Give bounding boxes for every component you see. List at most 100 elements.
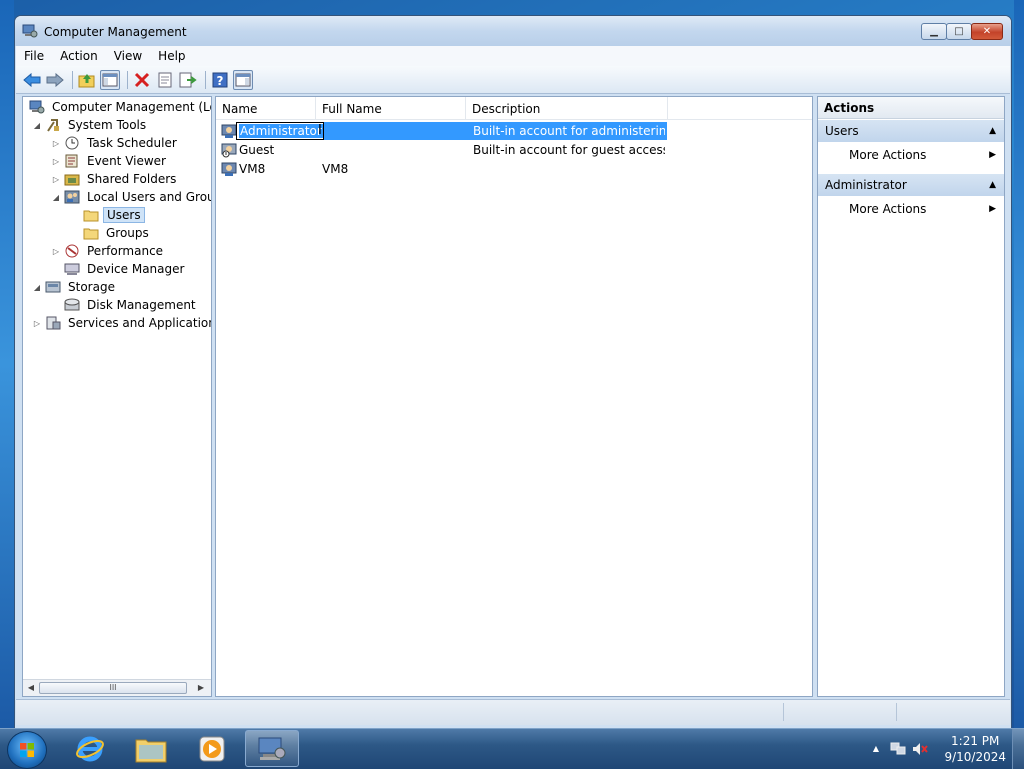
- table-row-guest[interactable]: Guest Built-in account for guest access …: [216, 141, 812, 159]
- tree-item-storage[interactable]: ◢ Storage: [31, 278, 118, 296]
- windows-logo-icon: [20, 743, 34, 757]
- description-cell: [473, 160, 665, 178]
- tree-item-services-applications[interactable]: ▷ Services and Applications: [31, 314, 212, 332]
- menu-help[interactable]: Help: [150, 49, 193, 63]
- show-hide-action-pane-button[interactable]: [233, 69, 253, 90]
- collapse-arrow-icon[interactable]: ◢: [50, 193, 62, 202]
- scrollbar-thumb[interactable]: III: [39, 682, 187, 694]
- clock[interactable]: 1:21 PM 9/10/2024: [944, 733, 1006, 765]
- maximize-icon: □: [954, 26, 964, 37]
- title-bar[interactable]: Computer Management ▁ □ ✕: [15, 16, 1011, 46]
- tree-item-system-tools[interactable]: ◢ System Tools: [31, 116, 149, 134]
- tree-item-label: Services and Applications: [68, 316, 212, 330]
- help-button[interactable]: ?: [210, 70, 230, 90]
- network-icon[interactable]: [890, 741, 906, 757]
- scroll-right-arrow-icon[interactable]: ▶: [195, 682, 207, 694]
- collapse-icon[interactable]: ▲: [989, 120, 996, 142]
- submenu-arrow-icon: ▶: [989, 204, 996, 214]
- description-cell: Built-in account for guest access t...: [473, 143, 665, 157]
- system-tray: ▲ 1:21 PM 9/10/2024: [864, 729, 1024, 769]
- list-header: Name Full Name Description: [216, 97, 812, 120]
- tree-item-disk-management[interactable]: Disk Management: [50, 296, 199, 314]
- actions-section-administrator[interactable]: Administrator ▲: [818, 174, 1004, 196]
- export-list-button[interactable]: [178, 70, 198, 90]
- tree-item-groups[interactable]: Groups: [69, 224, 152, 242]
- maximize-button[interactable]: □: [946, 23, 972, 40]
- device-manager-icon: [64, 263, 80, 275]
- delete-button[interactable]: [132, 70, 152, 90]
- tree-item-task-scheduler[interactable]: ▷ Task Scheduler: [50, 134, 180, 152]
- table-row-administrator[interactable]: Administrator I Built-in account for adm…: [216, 122, 812, 140]
- up-one-level-button[interactable]: [77, 70, 97, 90]
- collapse-arrow-icon[interactable]: ◢: [31, 283, 43, 292]
- menu-bar: File Action View Help: [16, 46, 1010, 66]
- properties-button[interactable]: [155, 70, 175, 90]
- scrollbar-grip-icon: III: [109, 683, 117, 692]
- tree-item-event-viewer[interactable]: ▷ Event Viewer: [50, 152, 169, 170]
- forward-button[interactable]: [45, 70, 65, 90]
- minimize-button[interactable]: ▁: [921, 23, 947, 40]
- computer-management-window: Computer Management ▁ □ ✕ File Action Vi…: [14, 15, 1012, 729]
- tree-horizontal-scrollbar[interactable]: ◀ III ▶: [23, 679, 211, 696]
- collapse-icon[interactable]: ▲: [989, 174, 996, 196]
- more-actions-users[interactable]: More Actions ▶: [818, 144, 1004, 166]
- close-button[interactable]: ✕: [971, 23, 1003, 40]
- tree-item-label: Device Manager: [87, 262, 185, 276]
- tree-item-label: Disk Management: [87, 298, 196, 312]
- expand-arrow-icon[interactable]: ▷: [50, 175, 62, 184]
- tree-item-shared-folders[interactable]: ▷ Shared Folders: [50, 170, 179, 188]
- performance-icon: [65, 244, 79, 258]
- taskbar-computer-management[interactable]: [245, 730, 299, 767]
- tree-item-users[interactable]: Users: [69, 206, 145, 224]
- show-hidden-icons-arrow[interactable]: ▲: [868, 741, 884, 757]
- action-item-label: More Actions: [849, 148, 927, 162]
- expand-arrow-icon[interactable]: ▷: [31, 319, 43, 328]
- expand-arrow-icon[interactable]: ▷: [50, 157, 62, 166]
- taskbar: ▲ 1:21 PM 9/10/2024: [0, 728, 1024, 769]
- start-button[interactable]: [7, 731, 47, 769]
- tree-item-label: Users: [103, 207, 145, 223]
- tree-item-label: Groups: [106, 226, 149, 240]
- collapse-arrow-icon[interactable]: ◢: [31, 121, 43, 130]
- volume-muted-icon[interactable]: [912, 741, 928, 757]
- window-controls: ▁ □ ✕: [921, 23, 1003, 41]
- menu-action[interactable]: Action: [52, 49, 106, 63]
- column-header-full-name[interactable]: Full Name: [316, 97, 466, 119]
- table-row-vm8[interactable]: VM8 VM8: [216, 160, 812, 178]
- users-list[interactable]: Name Full Name Description Administrator…: [215, 96, 813, 697]
- rename-input[interactable]: Administrator: [236, 122, 324, 140]
- column-header-description[interactable]: Description: [466, 97, 668, 119]
- expand-arrow-icon[interactable]: ▷: [50, 247, 62, 256]
- taskbar-windows-explorer[interactable]: [124, 730, 178, 767]
- expand-arrow-icon[interactable]: ▷: [50, 139, 62, 148]
- scroll-left-arrow-icon[interactable]: ◀: [25, 682, 37, 694]
- menu-file[interactable]: File: [16, 49, 52, 63]
- menu-view[interactable]: View: [106, 49, 150, 63]
- tree-item-label: Storage: [68, 280, 115, 294]
- actions-section-users[interactable]: Users ▲: [818, 120, 1004, 142]
- folder-icon: [83, 228, 99, 240]
- name-cell: Guest: [239, 143, 275, 157]
- tree-item-device-manager[interactable]: Device Manager: [50, 260, 187, 278]
- tree-item-label: Task Scheduler: [87, 136, 177, 150]
- delete-icon: [134, 72, 150, 87]
- taskbar-media-player[interactable]: [185, 730, 239, 767]
- tree-item-label: Shared Folders: [87, 172, 177, 186]
- tree-item-performance[interactable]: ▷ Performance: [50, 242, 166, 260]
- more-actions-administrator[interactable]: More Actions ▶: [818, 198, 1004, 220]
- tree-item-label: Event Viewer: [87, 154, 166, 168]
- text-cursor-icon: I: [318, 123, 322, 138]
- toolbar: ?: [16, 66, 1010, 94]
- actions-section-label: Administrator: [825, 178, 907, 192]
- column-header-name[interactable]: Name: [216, 97, 316, 119]
- back-arrow-icon: [23, 72, 41, 87]
- show-hide-tree-icon: [102, 73, 118, 86]
- back-button[interactable]: [22, 70, 42, 90]
- taskbar-internet-explorer[interactable]: [63, 730, 117, 767]
- show-desktop-button[interactable]: [1012, 729, 1024, 769]
- console-tree[interactable]: Computer Management (Local ◢ System Tool…: [22, 96, 212, 697]
- show-hide-console-tree-button[interactable]: [100, 69, 120, 90]
- tree-item-local-users-groups[interactable]: ◢ Local Users and Groups: [50, 188, 211, 206]
- tree-item-computer-management[interactable]: Computer Management (Local: [25, 98, 211, 116]
- shared-folders-icon: [64, 174, 80, 186]
